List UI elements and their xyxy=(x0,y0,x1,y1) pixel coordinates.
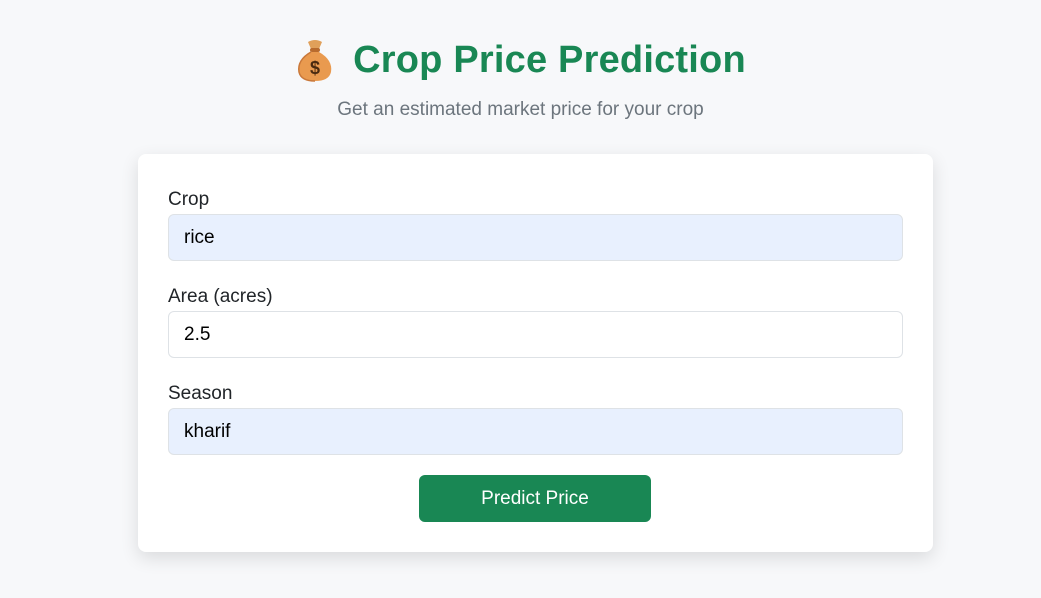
season-input[interactable]: kharif xyxy=(168,408,903,455)
money-bag-icon: $ xyxy=(295,38,335,82)
prediction-form-card: Crop rice Area (acres) 2.5 Season kharif… xyxy=(138,154,933,552)
page-title: Crop Price Prediction xyxy=(353,38,746,81)
predict-price-button[interactable]: Predict Price xyxy=(419,475,651,522)
area-input[interactable]: 2.5 xyxy=(168,311,903,358)
title-row: $ Crop Price Prediction xyxy=(0,38,1041,82)
page-subtitle: Get an estimated market price for your c… xyxy=(337,99,704,120)
svg-text:$: $ xyxy=(310,58,320,78)
area-label: Area (acres) xyxy=(168,286,273,307)
crop-label: Crop xyxy=(168,189,210,210)
crop-input[interactable]: rice xyxy=(168,214,903,261)
season-label: Season xyxy=(168,383,233,404)
